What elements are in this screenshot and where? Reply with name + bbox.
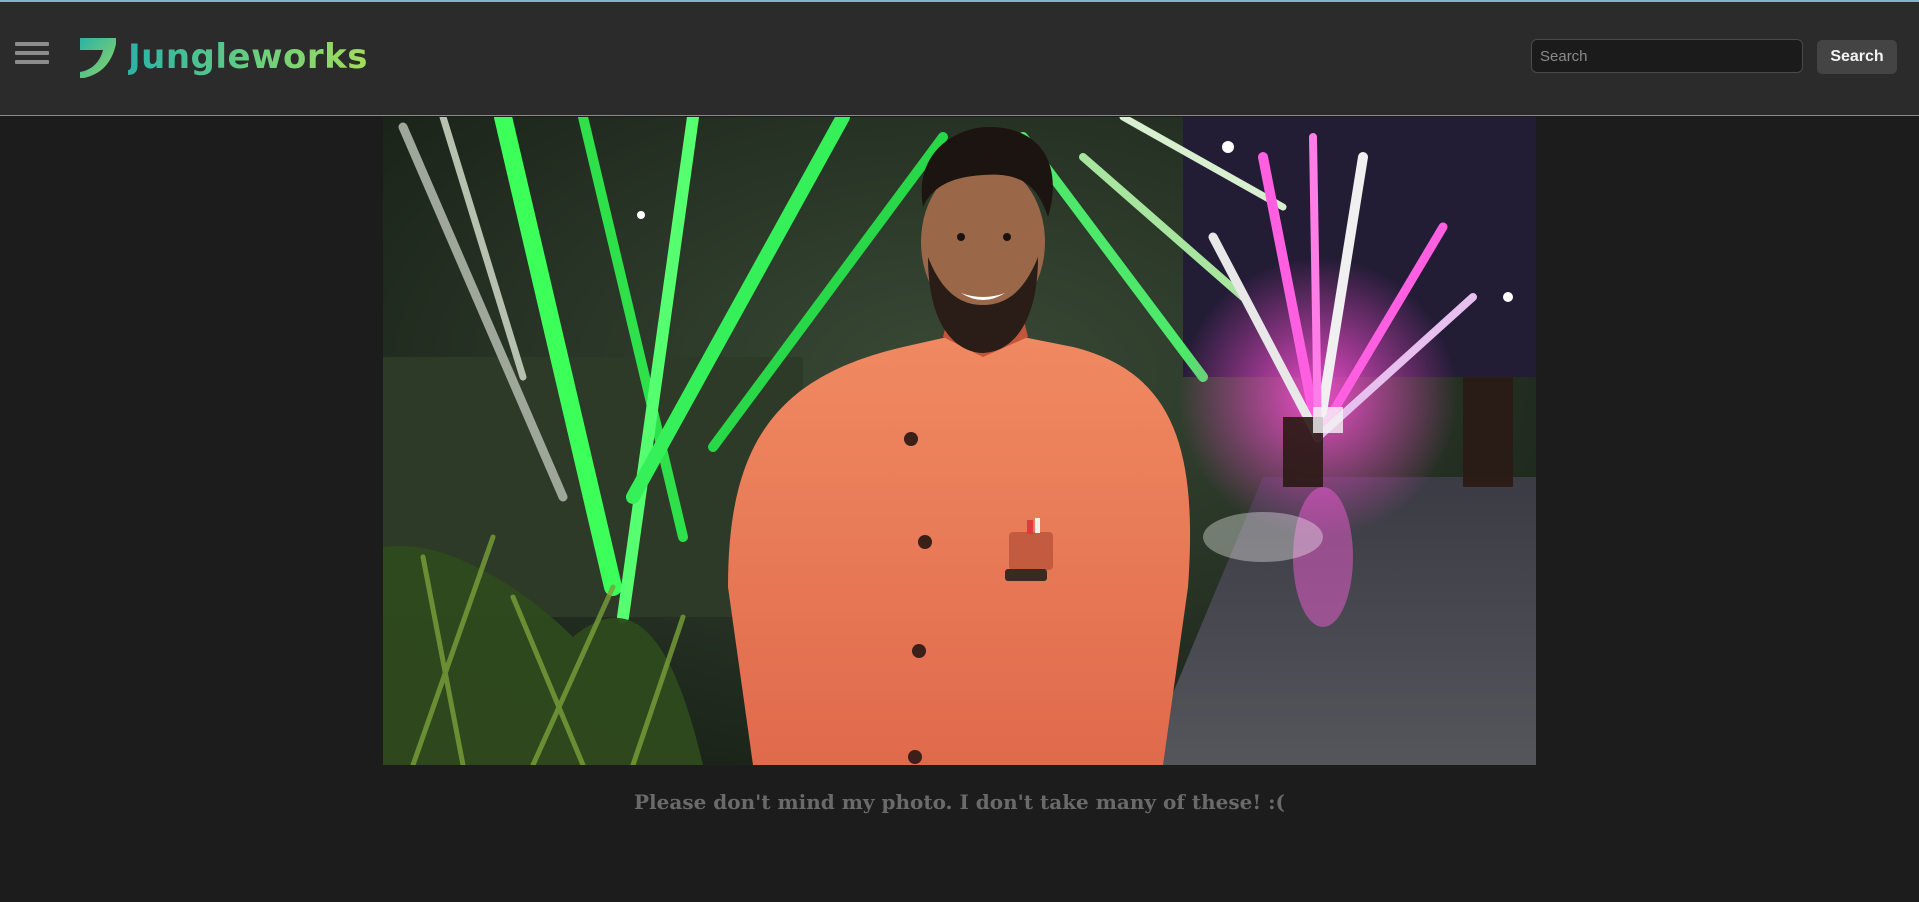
site-header: Jungleworks Search: [0, 2, 1919, 116]
photo-illustration: [383, 117, 1536, 765]
photo-caption: Please don't mind my photo. I don't take…: [634, 790, 1285, 814]
brand-name: Jungleworks: [128, 37, 368, 77]
menu-bar: [15, 60, 49, 64]
profile-photo: [383, 117, 1536, 765]
menu-bar: [15, 51, 49, 55]
menu-bar: [15, 42, 49, 46]
search-button[interactable]: Search: [1817, 40, 1897, 74]
hamburger-menu-icon[interactable]: [15, 42, 49, 66]
search-input[interactable]: [1531, 39, 1803, 73]
jungleworks-logo-icon: [80, 38, 116, 78]
brand-logo-link[interactable]: Jungleworks: [76, 32, 368, 82]
